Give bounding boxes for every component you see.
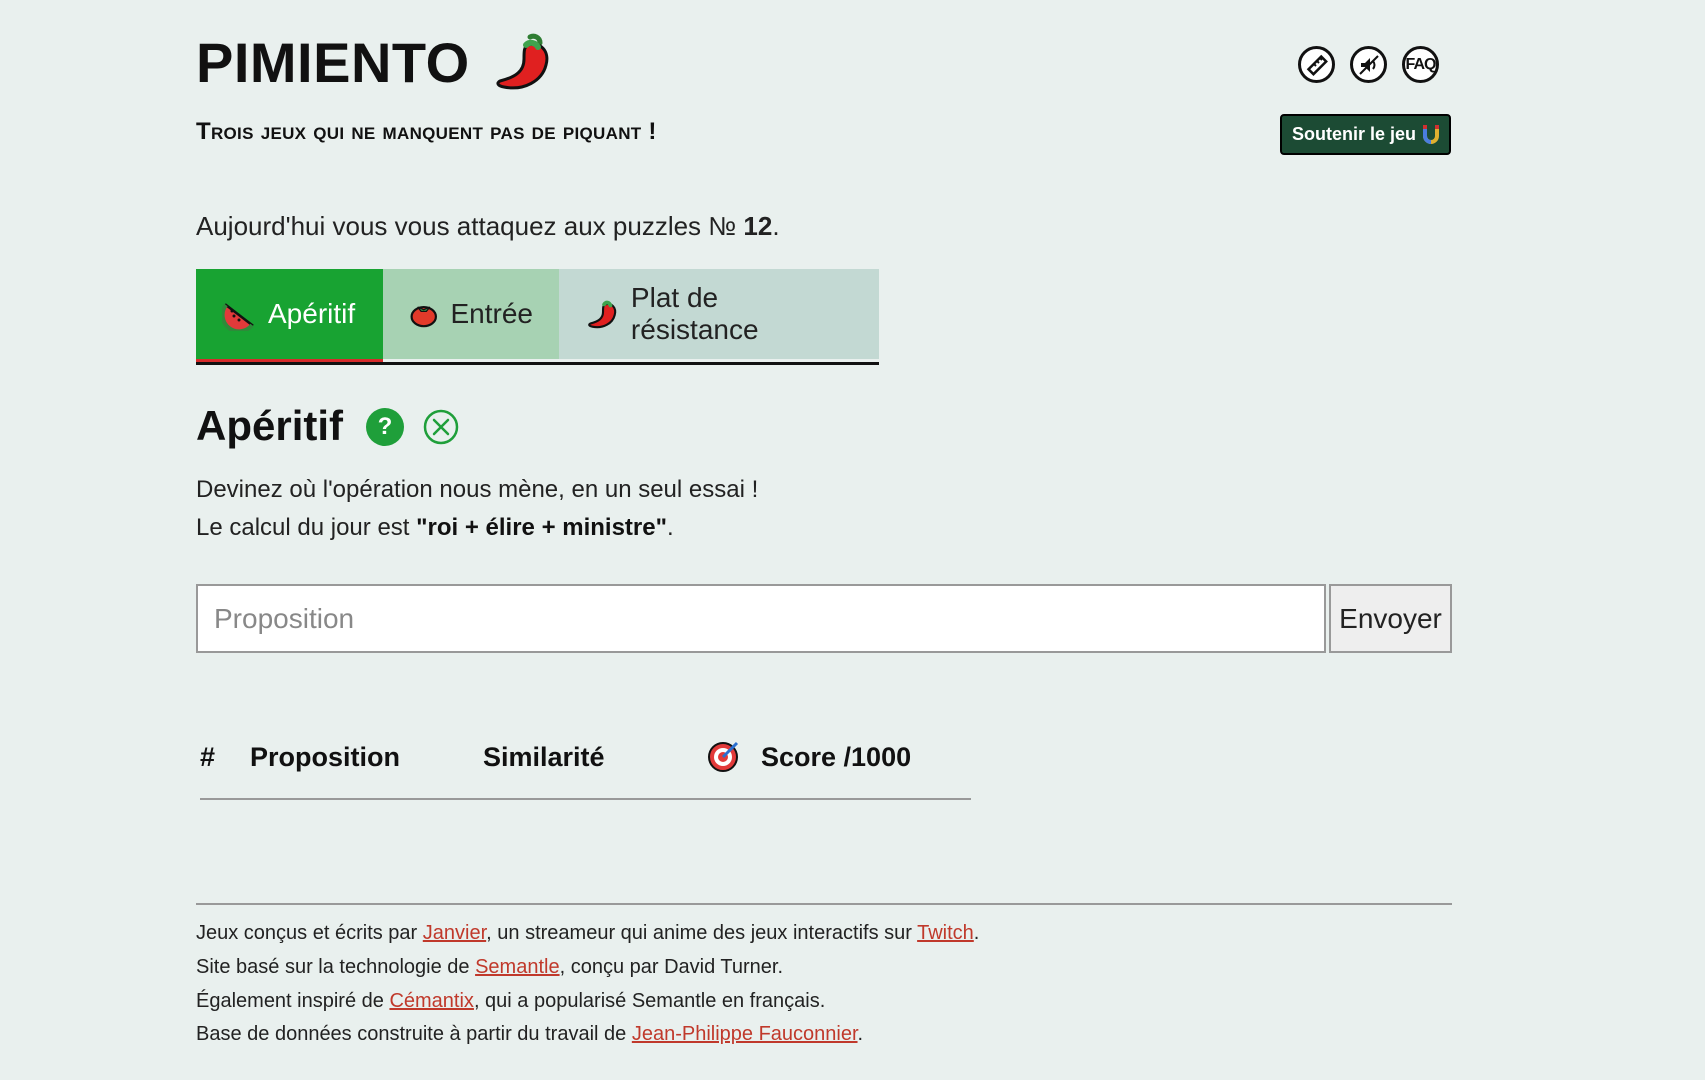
title-text: PIMIENTO (196, 31, 470, 94)
footer-text: Site basé sur la technologie de (196, 956, 476, 978)
help-symbol: ? (377, 413, 393, 440)
magnet-icon (1423, 124, 1440, 144)
tab-entree[interactable]: Entrée (383, 269, 559, 359)
faq-label: FAQ (1405, 55, 1437, 73)
chili-pepper-icon (496, 33, 549, 89)
support-button[interactable]: Soutenir le jeu (1280, 114, 1451, 155)
tab-aperitif[interactable]: Apéritif (196, 269, 383, 362)
link-cemantix[interactable]: Cémantix (389, 990, 473, 1012)
today-prefix: Aujourd'hui vous vous attaquez aux puzzl… (196, 211, 744, 241)
tab-label: Apéritif (268, 298, 356, 329)
footer-line-2: Site basé sur la technologie de Semantle… (196, 956, 783, 979)
daily-calc: "roi + élire + ministre" (416, 514, 667, 541)
footer-text: , conçu par David Turner. (559, 956, 784, 978)
footer-text: , qui a popularisé Semantle en français. (473, 990, 826, 1012)
daily-calc-text: Le calcul du jour est "roi + élire + min… (196, 514, 674, 542)
faq-icon[interactable]: FAQ (1402, 46, 1439, 83)
tab-label: Plat de résistance (630, 282, 759, 345)
game-tabs: Apéritif Entrée Plat de résistance (196, 269, 879, 365)
site-title: PIMIENTO (196, 30, 554, 95)
desc2-suffix: . (667, 514, 674, 541)
footer-text: . (973, 922, 980, 944)
puzzle-number-text: Aujourd'hui vous vous attaquez aux puzzl… (196, 211, 780, 242)
column-header-number: # (200, 742, 216, 772)
guess-input[interactable] (196, 584, 1326, 653)
footer-text: Jeux conçus et écrits par (196, 922, 423, 944)
link-twitch[interactable]: Twitch (917, 922, 974, 944)
link-fauconnier[interactable]: Jean-Philippe Fauconnier (632, 1023, 858, 1045)
top-icon-bar: FAQ (1298, 46, 1439, 83)
target-icon (708, 741, 739, 772)
footer-divider (196, 903, 1452, 905)
section-title: Apéritif (196, 402, 343, 449)
desc2-prefix: Le calcul du jour est (196, 514, 417, 541)
puzzle-number: 12 (743, 211, 773, 241)
footer-line-1: Jeux conçus et écrits par Janvier, un st… (196, 922, 979, 945)
tomato-icon (410, 305, 437, 328)
send-button[interactable]: Envoyer (1329, 584, 1452, 653)
tab-label: Entrée (450, 298, 534, 329)
column-header-proposition: Proposition (250, 742, 400, 772)
close-icon[interactable] (422, 408, 460, 446)
footer-line-4: Base de données construite à partir du t… (196, 1023, 863, 1046)
footer-text: Également inspiré de (196, 990, 390, 1012)
table-divider (200, 798, 971, 800)
support-label: Soutenir le jeu (1291, 124, 1417, 144)
column-header-similarity: Similarité (483, 742, 605, 772)
tab-plat-de-resistance[interactable]: Plat de résistance (559, 269, 879, 359)
instructions-text: Devinez où l'opération nous mène, en un … (196, 476, 759, 503)
footer-line-3: Également inspiré de Cémantix, qui a pop… (196, 990, 825, 1013)
footer-text: Base de données construite à partir du t… (196, 1023, 632, 1045)
footer-text: , un streameur qui anime des jeux intera… (486, 922, 918, 944)
column-header-score: Score /1000 (761, 742, 912, 772)
footer-text: . (857, 1023, 864, 1045)
sound-toggle-icon[interactable] (1350, 46, 1387, 83)
help-icon[interactable]: ? (366, 408, 404, 446)
link-janvier[interactable]: Janvier (423, 922, 486, 944)
ruler-icon[interactable] (1298, 46, 1335, 83)
link-semantle[interactable]: Semantle (475, 956, 560, 978)
chili-pepper-icon (588, 300, 617, 329)
watermelon-icon (222, 303, 254, 331)
today-suffix: . (772, 211, 780, 241)
site-subtitle: Trois jeux qui ne manquent pas de piquan… (196, 118, 657, 145)
